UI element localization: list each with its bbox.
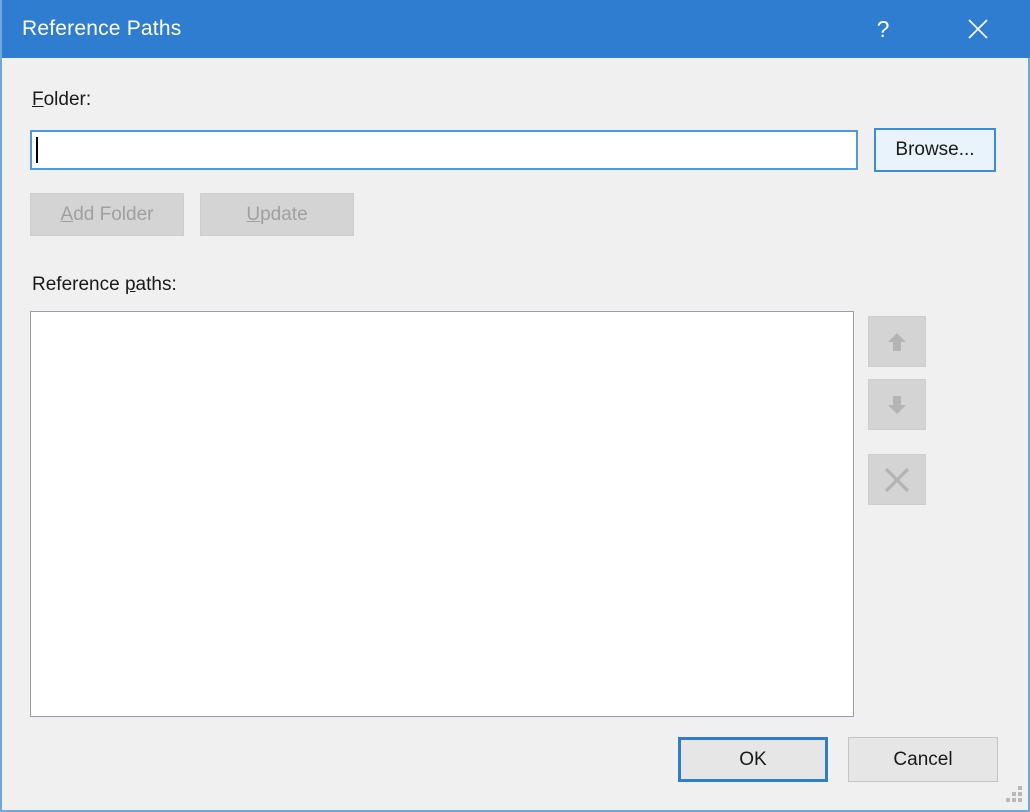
add-folder-accel: A: [60, 203, 74, 225]
folder-label: Folder:: [32, 89, 91, 111]
reference-paths-listbox[interactable]: [30, 311, 854, 717]
folder-label-accel: F: [32, 89, 44, 110]
browse-button[interactable]: Browse...: [874, 128, 996, 172]
cancel-button[interactable]: Cancel: [848, 737, 998, 782]
reference-paths-label-suffix: aths:: [135, 274, 177, 295]
text-caret: [36, 137, 38, 163]
arrow-down-icon: [886, 393, 908, 417]
arrow-up-icon: [886, 330, 908, 354]
reference-paths-dialog: Reference Paths ? Folder: Browse... Add …: [0, 0, 1030, 812]
folder-label-text: older:: [43, 89, 92, 110]
update-label: pdate: [260, 203, 308, 225]
add-folder-label: dd Folder: [73, 203, 154, 225]
folder-input[interactable]: [30, 130, 858, 170]
ok-button[interactable]: OK: [678, 737, 828, 782]
reference-paths-label: Reference paths:: [32, 274, 177, 296]
move-up-button[interactable]: [868, 316, 926, 367]
window-title: Reference Paths: [22, 17, 182, 40]
reference-paths-label-prefix: Reference: [32, 274, 125, 295]
resize-grip[interactable]: [1006, 786, 1026, 806]
title-bar: Reference Paths ?: [2, 0, 1030, 58]
update-accel: U: [246, 203, 261, 225]
close-icon[interactable]: [947, 0, 1009, 58]
delete-x-icon: [882, 465, 912, 495]
update-button[interactable]: Update: [200, 193, 354, 236]
delete-path-button[interactable]: [868, 454, 926, 505]
help-icon[interactable]: ?: [852, 0, 914, 58]
move-down-button[interactable]: [868, 379, 926, 430]
reference-paths-label-accel: p: [124, 274, 136, 295]
add-folder-button[interactable]: Add Folder: [30, 193, 184, 236]
